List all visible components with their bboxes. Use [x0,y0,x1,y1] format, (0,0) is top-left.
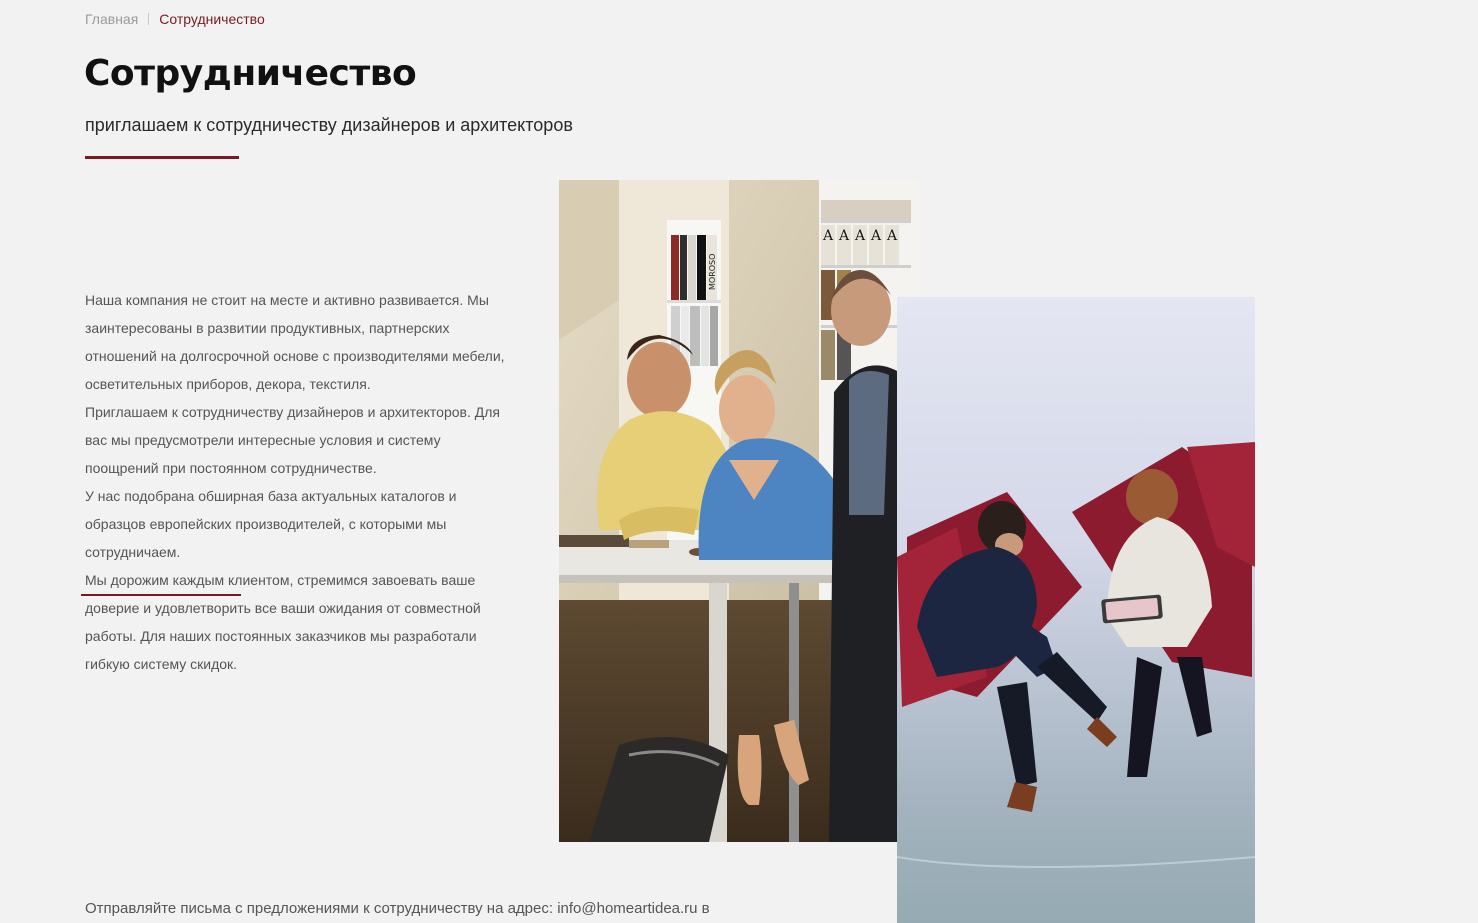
body-paragraph-3: У нас подобрана обширная база актуальных… [85,488,457,560]
body-paragraph-1: Наша компания не стоит на месте и активн… [85,292,505,392]
page-subtitle: приглашаем к сотрудничеству дизайнеров и… [85,115,573,135]
catalog-label-moroso: MOROSO [708,254,717,290]
contact-email-link[interactable]: info@homeartidea.ru [557,900,697,917]
breadcrumb-current: Сотрудничество [159,11,265,27]
catalog-label-a4: A [870,228,882,244]
breadcrumb-home-link[interactable]: Главная [85,10,138,28]
footer-contact-text: Отправляйте письма с предложениями к сот… [85,898,710,920]
catalog-label-a2: A [838,228,850,244]
body-paragraph-4: Мы дорожим каждым клиентом, стремимся за… [85,572,481,672]
footer-text-before: Отправляйте письма с предложениями к сот… [85,900,558,917]
catalog-label-a3: A [854,228,866,244]
breadcrumb-separator [148,13,150,25]
title-underline [85,156,239,159]
footer-text-after: в [697,900,710,917]
text-accent-line [81,594,241,596]
catalog-label-a1: A [822,228,834,244]
breadcrumb: Главная Сотрудничество [85,10,265,28]
page: Главная Сотрудничество Сотрудничество пр… [0,0,1478,923]
meeting-photo [897,297,1255,923]
page-title: Сотрудничество [84,53,417,94]
body-text: Наша компания не стоит на месте и активн… [85,286,505,678]
body-paragraph-2: Приглашаем к сотрудничеству дизайнеров и… [85,404,500,476]
office-team-photo: MOROSO A A A A A [559,180,919,842]
catalog-label-a5: A [886,228,898,244]
